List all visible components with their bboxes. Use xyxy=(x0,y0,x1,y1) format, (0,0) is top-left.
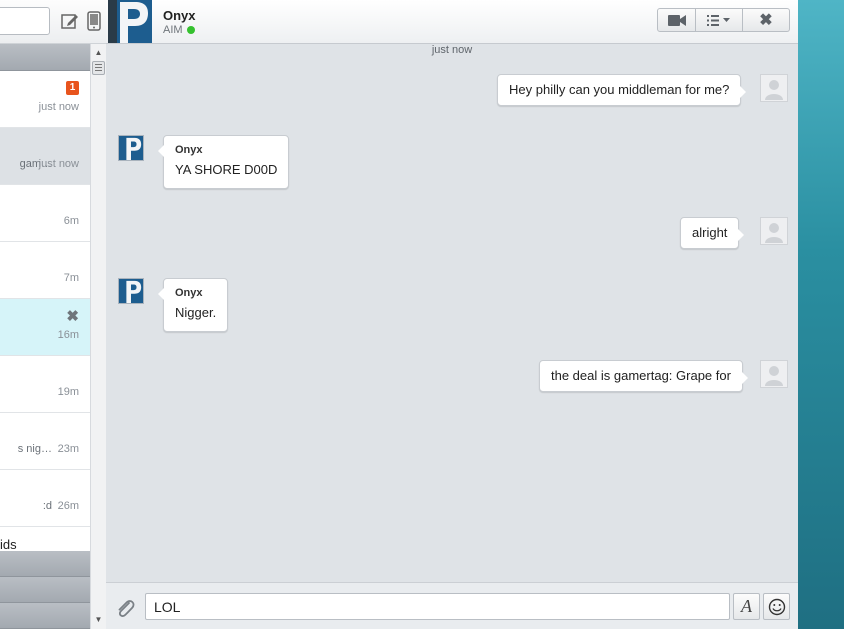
message-input[interactable] xyxy=(145,593,730,620)
message-sender: Onyx xyxy=(175,144,203,156)
close-icon[interactable]: ✖ xyxy=(66,307,79,325)
contact-name: Onyx xyxy=(163,8,196,23)
list-menu-icon xyxy=(707,14,730,26)
font-style-label: A xyxy=(741,596,752,616)
message-sender: Onyx xyxy=(175,287,203,299)
list-section-header xyxy=(0,551,90,577)
chat-pane: Onyx AIM ✖ just now Hey philly can you m… xyxy=(106,0,798,629)
self-avatar xyxy=(760,217,788,245)
desktop-background xyxy=(798,0,844,629)
scroll-thumb[interactable] xyxy=(92,61,105,75)
message-text: the deal is gamertag: Grape for xyxy=(551,368,731,383)
conversation-time: 16m xyxy=(57,329,79,341)
scroll-down-arrow-icon[interactable]: ▼ xyxy=(91,613,106,627)
outgoing-message: alright xyxy=(680,217,745,249)
compose-icon[interactable] xyxy=(61,12,79,30)
list-section-header xyxy=(0,577,90,603)
video-camera-icon xyxy=(667,14,686,26)
options-menu-button[interactable] xyxy=(696,8,743,32)
conversation-item[interactable]: 7m xyxy=(0,242,90,299)
message-text: Hey philly can you middleman for me? xyxy=(509,82,730,97)
conversation-time: 26m xyxy=(57,500,79,512)
message-text: YA SHORE D00D xyxy=(175,162,278,177)
conversation-time: just now xyxy=(38,101,79,113)
conversation-item[interactable]: 6m xyxy=(0,185,90,242)
message-composer: A xyxy=(106,582,798,629)
list-toolbar xyxy=(0,0,106,44)
contact-avatar-image xyxy=(119,136,143,160)
conversation-item[interactable]: :d 26m xyxy=(0,470,90,527)
group-label-text: ids xyxy=(0,537,17,552)
self-avatar xyxy=(760,360,788,388)
conversation-time: 23m xyxy=(57,443,79,455)
conversation-time: 7m xyxy=(63,272,79,284)
paperclip-icon[interactable] xyxy=(114,597,136,619)
group-label: ids xyxy=(0,527,90,552)
conversation-item[interactable]: s nig… 23m xyxy=(0,413,90,470)
contact-message-avatar xyxy=(118,135,144,161)
contact-service: AIM xyxy=(163,24,183,36)
conversation-item[interactable]: 1 just now xyxy=(0,71,90,128)
close-icon: ✖ xyxy=(759,12,773,29)
conversation-time: 6m xyxy=(63,215,79,227)
incoming-message: Onyx Nigger. xyxy=(157,278,229,332)
message-text: Nigger. xyxy=(175,305,217,320)
online-status-icon xyxy=(187,26,195,34)
contact-avatar-image xyxy=(119,279,143,303)
contact-avatar[interactable] xyxy=(108,0,152,43)
search-input[interactable] xyxy=(0,7,50,35)
incoming-message: Onyx YA SHORE D00D xyxy=(157,135,290,189)
conversation-list-pane: 1 just now gam… just now 6m 7m ✖ 16m 19m… xyxy=(0,0,106,629)
scroll-up-arrow-icon[interactable]: ▲ xyxy=(91,46,106,60)
default-user-icon xyxy=(765,366,783,386)
conversation-item-highlighted[interactable]: ✖ 16m xyxy=(0,299,90,356)
header-actions: ✖ xyxy=(657,8,790,32)
outgoing-message: Hey philly can you middleman for me? xyxy=(497,74,747,106)
unread-badge: 1 xyxy=(66,81,79,95)
list-section-header xyxy=(0,603,90,629)
close-chat-button[interactable]: ✖ xyxy=(743,8,790,32)
message-timestamp: just now xyxy=(431,44,473,56)
conversation-time: 19m xyxy=(57,386,79,398)
chat-header: Onyx AIM ✖ xyxy=(106,0,798,44)
conversation-item-selected[interactable]: gam… just now xyxy=(0,128,90,185)
default-user-icon xyxy=(765,80,783,100)
smiley-icon xyxy=(768,598,785,615)
conversation-time: just now xyxy=(38,158,79,170)
contact-avatar-image xyxy=(108,0,152,43)
conversation-item[interactable]: 19m xyxy=(0,356,90,413)
list-section-header xyxy=(0,44,90,71)
message-text: alright xyxy=(692,225,728,240)
conversation-list: 1 just now gam… just now 6m 7m ✖ 16m 19m… xyxy=(0,44,90,629)
scrollbar[interactable]: ▲ ▼ xyxy=(90,44,106,629)
conversation-preview: s nig… xyxy=(17,443,52,455)
emoji-button[interactable] xyxy=(763,593,790,620)
contact-message-avatar xyxy=(118,278,144,304)
default-user-icon xyxy=(765,223,783,243)
mobile-icon[interactable] xyxy=(87,11,101,31)
outgoing-message: the deal is gamertag: Grape for xyxy=(539,360,748,392)
video-call-button[interactable] xyxy=(657,8,696,32)
conversation-preview: :d xyxy=(42,500,52,512)
self-avatar xyxy=(760,74,788,102)
font-style-button[interactable]: A xyxy=(733,593,760,620)
